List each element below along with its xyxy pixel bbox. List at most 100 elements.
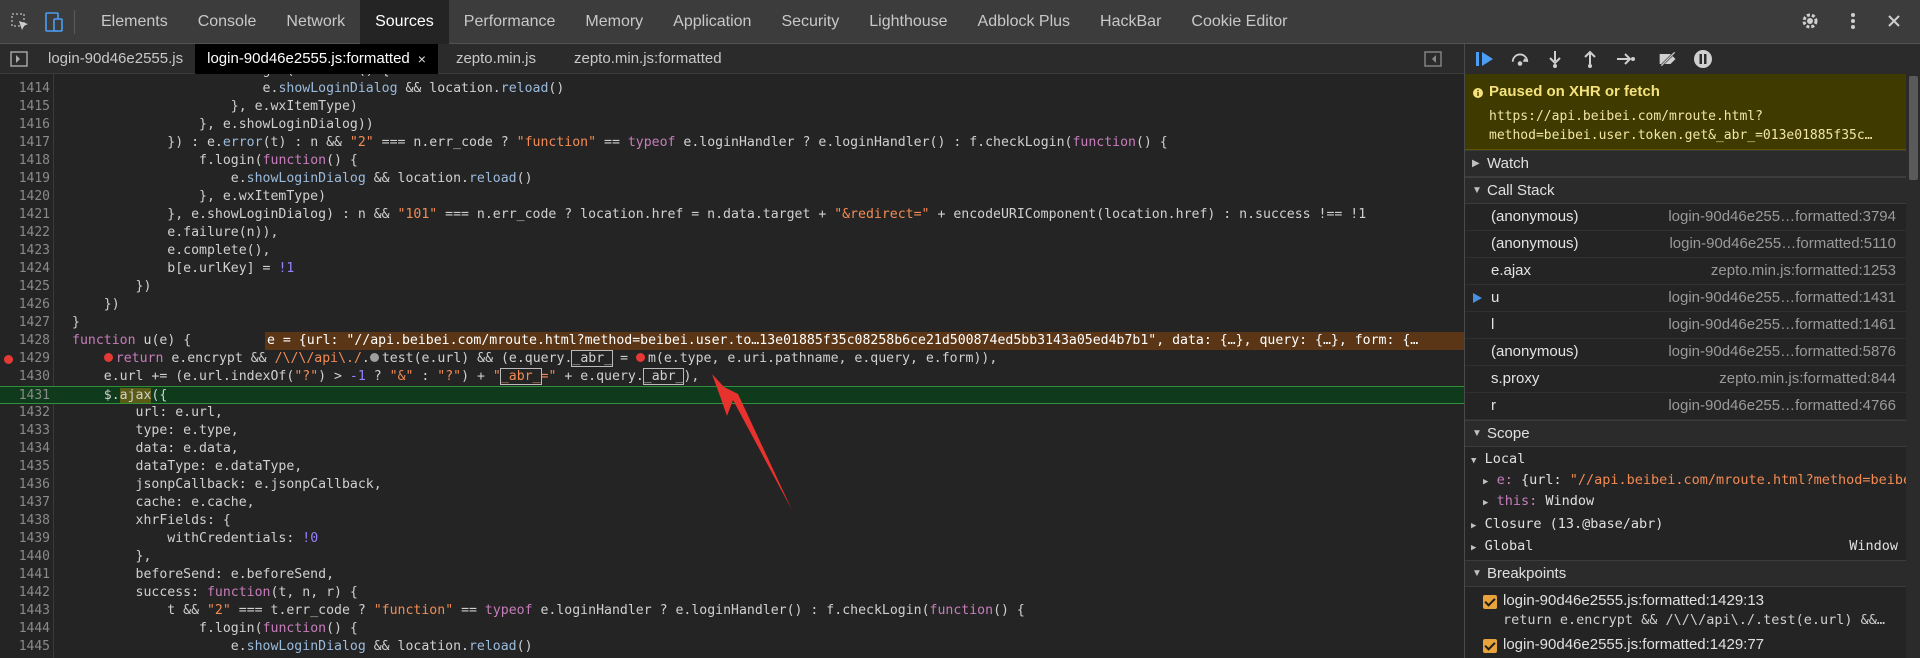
collapsed-triangle-icon: ▶ [1471, 521, 1477, 531]
devtools-top-bar: Elements Console Network Sources Performance… [0, 0, 1920, 44]
sidebar-scrollbar[interactable] [1906, 74, 1920, 658]
call-stack-frame[interactable]: (anonymous) login-90d46e255…formatted:379… [1465, 204, 1906, 231]
scope-label: Scope [1487, 425, 1530, 442]
scope-closure-label: Closure (13.@base/abr) [1484, 516, 1664, 532]
frame-location[interactable]: zepto.min.js:formatted:1253 [1711, 258, 1896, 284]
tab-hackbar[interactable]: HackBar [1085, 0, 1176, 44]
tab-memory[interactable]: Memory [570, 0, 658, 44]
frame-function-name: u [1491, 289, 1500, 306]
frame-function-name: (anonymous) [1491, 208, 1579, 225]
collapsed-triangle-icon: ▶ [1483, 498, 1489, 508]
breakpoint-location[interactable]: login-90d46e2555.js:formatted:1429:13 [1503, 592, 1764, 609]
inspect-icon[interactable] [8, 10, 32, 34]
call-stack-frame[interactable]: e.ajax zepto.min.js:formatted:1253 [1465, 258, 1906, 285]
call-stack-frame[interactable]: (anonymous) login-90d46e255…formatted:587… [1465, 339, 1906, 366]
file-tab-label: login-90d46e2555.js:formatted [207, 50, 410, 67]
frame-location[interactable]: login-90d46e255…formatted:3794 [1668, 204, 1896, 230]
deactivate-breakpoints-icon[interactable] [1658, 49, 1678, 69]
top-right-controls [1800, 0, 1902, 44]
breakpoints-label: Breakpoints [1487, 565, 1567, 582]
gear-icon[interactable] [1800, 11, 1820, 34]
tab-adblock-plus[interactable]: Adblock Plus [963, 0, 1086, 44]
scope-closure[interactable]: ▶ Closure (13.@base/abr) [1465, 514, 1906, 535]
tab-cookie-editor[interactable]: Cookie Editor [1176, 0, 1302, 44]
step-over-icon[interactable] [1510, 49, 1530, 69]
tab-elements[interactable]: Elements [86, 0, 183, 44]
tab-application[interactable]: Application [658, 0, 766, 44]
close-icon[interactable]: × [418, 44, 426, 74]
tab-performance[interactable]: Performance [449, 0, 571, 44]
paused-status-banner: Paused on XHR or fetch https://api.beibe… [1465, 74, 1906, 150]
scope-var-this[interactable]: ▶ this: Window [1465, 491, 1906, 512]
more-icon[interactable] [1850, 11, 1856, 34]
navigator-toggle-icon[interactable] [10, 50, 28, 71]
tab-security[interactable]: Security [766, 0, 854, 44]
call-stack-label: Call Stack [1487, 182, 1555, 199]
debugger-toolbar [1465, 44, 1920, 74]
tab-console[interactable]: Console [183, 0, 272, 44]
watch-label: Watch [1487, 155, 1529, 172]
file-tabs: login-90d46e2555.js login-90d46e2555.js:f… [36, 44, 734, 74]
scope-var-e[interactable]: ▶ e: {url: "//api.beibei.com/mroute.html… [1465, 470, 1906, 491]
frame-location[interactable]: login-90d46e255…formatted:1461 [1668, 312, 1896, 338]
scope-var-e-value: "//api.beibei.com/mroute.html?method=bei… [1569, 472, 1906, 488]
call-stack-frame[interactable]: u login-90d46e255…formatted:1431 [1465, 285, 1906, 312]
resume-icon[interactable] [1475, 49, 1495, 69]
scrollbar-thumb[interactable] [1909, 76, 1918, 180]
scope-var-this-value: Window [1545, 493, 1595, 509]
scope-var-e-prefix: {url: [1520, 472, 1570, 488]
frame-location[interactable]: login-90d46e255…formatted:1431 [1668, 285, 1896, 311]
scope-global[interactable]: ▶ Global Window [1465, 536, 1906, 557]
scope-var-e-name: e: [1496, 472, 1513, 488]
code-editor[interactable]: 1413 f.login(function() {1414 e.showLogi… [0, 74, 1464, 658]
watch-section-header[interactable]: ▶ Watch [1465, 150, 1906, 177]
frame-location[interactable]: zepto.min.js:formatted:844 [1719, 366, 1896, 392]
paused-url[interactable]: https://api.beibei.com/mroute.html? meth… [1489, 107, 1899, 145]
scope-local[interactable]: ▼ Local [1465, 449, 1906, 470]
paused-url-line-2: method=beibei.user.token.get&_abr_=013e0… [1489, 128, 1873, 143]
file-tab[interactable]: login-90d46e2555.js:formatted × [195, 44, 438, 74]
file-tab[interactable]: zepto.min.js [444, 44, 548, 74]
frame-location[interactable]: login-90d46e255…formatted:5110 [1669, 231, 1896, 257]
file-tab[interactable]: login-90d46e2555.js [36, 44, 195, 74]
frame-function-name: (anonymous) [1491, 235, 1579, 252]
close-icon[interactable] [1886, 13, 1902, 32]
scope-var-this-name: this: [1496, 493, 1538, 509]
expanded-triangle-icon: ▼ [1472, 568, 1482, 579]
step-icon[interactable] [1615, 49, 1635, 69]
breakpoint-checkbox[interactable] [1483, 595, 1497, 609]
collapsed-triangle-icon: ▶ [1483, 477, 1489, 487]
collapsed-triangle-icon: ▶ [1472, 158, 1480, 169]
frame-function-name: s.proxy [1491, 370, 1540, 387]
tab-sources[interactable]: Sources [360, 0, 449, 44]
frame-function-name: l [1491, 316, 1495, 333]
pause-exceptions-icon[interactable] [1693, 49, 1713, 69]
file-tab[interactable]: zepto.min.js:formatted [562, 44, 734, 74]
expanded-triangle-icon: ▼ [1471, 456, 1477, 466]
call-stack-frame[interactable]: s.proxy zepto.min.js:formatted:844 [1465, 366, 1906, 393]
call-stack-frame[interactable]: (anonymous) login-90d46e255…formatted:511… [1465, 231, 1906, 258]
panel-tabs: Elements Console Network Sources Performance… [86, 0, 1302, 44]
scope-section-header[interactable]: ▼ Scope [1465, 420, 1906, 447]
collapsed-triangle-icon: ▶ [1471, 543, 1477, 553]
tab-network[interactable]: Network [271, 0, 360, 44]
frame-function-name: r [1491, 397, 1496, 414]
breakpoints-section-header[interactable]: ▼ Breakpoints [1465, 560, 1906, 587]
step-into-icon[interactable] [1545, 49, 1565, 69]
debugger-toggle-icon[interactable] [1424, 50, 1442, 71]
breakpoint-checkbox[interactable] [1483, 639, 1497, 653]
device-toggle-icon[interactable] [42, 10, 66, 34]
frame-location[interactable]: login-90d46e255…formatted:5876 [1668, 339, 1896, 365]
call-stack-section-header[interactable]: ▼ Call Stack [1465, 177, 1906, 204]
call-stack-frame[interactable]: l login-90d46e255…formatted:1461 [1465, 312, 1906, 339]
breakpoint-location[interactable]: login-90d46e2555.js:formatted:1429:77 [1503, 636, 1764, 653]
source-file-tabs-bar: login-90d46e2555.js login-90d46e2555.js:f… [0, 44, 1464, 74]
tab-lighthouse[interactable]: Lighthouse [854, 0, 962, 44]
file-tab-label: zepto.min.js:formatted [574, 50, 722, 67]
call-stack-frame[interactable]: r login-90d46e255…formatted:4766 [1465, 393, 1906, 420]
annotation-arrow [712, 374, 792, 510]
step-out-icon[interactable] [1580, 49, 1600, 69]
breakpoint-code: return e.encrypt && /\/\/api\./.test(e.u… [1503, 612, 1886, 628]
scope-local-label: Local [1484, 451, 1526, 467]
frame-location[interactable]: login-90d46e255…formatted:4766 [1668, 393, 1896, 419]
